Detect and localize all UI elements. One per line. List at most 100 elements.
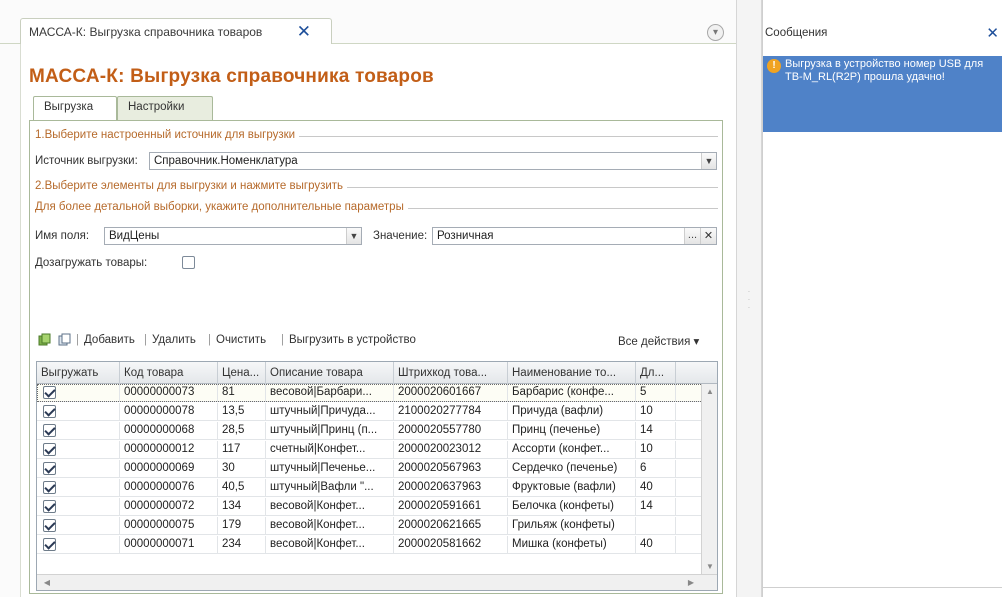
cell-price[interactable]: 179 — [218, 517, 266, 535]
upload-checkbox[interactable] — [43, 519, 56, 532]
tab-upload[interactable]: Выгрузка — [33, 96, 117, 121]
cell-code[interactable]: 00000000073 — [120, 384, 218, 402]
horizontal-scrollbar[interactable]: ◀ ▶ — [37, 574, 717, 590]
cell-code[interactable]: 00000000072 — [120, 498, 218, 516]
cell-name[interactable]: Белочка (конфеты) — [508, 498, 636, 516]
cell-name[interactable]: Принц (печенье) — [508, 422, 636, 440]
vertical-scrollbar[interactable]: ▲ ▼ — [701, 384, 717, 574]
tab-settings[interactable]: Настройки — [117, 96, 213, 120]
add-copy-icon[interactable] — [38, 333, 51, 346]
column-header-length[interactable]: Дл... — [636, 362, 676, 384]
close-tab-icon[interactable]: ✕ — [297, 22, 311, 42]
upload-checkbox[interactable] — [43, 500, 56, 513]
cell-length[interactable]: 14 — [636, 422, 676, 440]
upload-checkbox[interactable] — [43, 386, 56, 399]
cell-code[interactable]: 00000000075 — [120, 517, 218, 535]
cell-description[interactable]: весовой|Барбари... — [266, 384, 394, 402]
cell-description[interactable]: штучный|Вафли "... — [266, 479, 394, 497]
cell-description[interactable]: штучный|Печенье... — [266, 460, 394, 478]
close-messages-icon[interactable]: ✕ — [986, 24, 999, 42]
cell-price[interactable]: 134 — [218, 498, 266, 516]
table-row[interactable]: 00000000072 134 весовой|Конфет... 200002059… — [37, 498, 717, 516]
cell-price[interactable]: 13,5 — [218, 403, 266, 421]
panel-splitter[interactable]: · · · — [736, 0, 762, 597]
cell-length[interactable]: 10 — [636, 403, 676, 421]
cell-length[interactable]: 10 — [636, 441, 676, 459]
upload-checkbox[interactable] — [43, 481, 56, 494]
cell-price[interactable]: 30 — [218, 460, 266, 478]
cell-barcode[interactable]: 2000020637963 — [394, 479, 508, 497]
cell-code[interactable]: 00000000012 — [120, 441, 218, 459]
cell-price[interactable]: 81 — [218, 384, 266, 402]
cell-code[interactable]: 00000000069 — [120, 460, 218, 478]
scroll-left-icon[interactable]: ◀ — [39, 578, 55, 587]
scroll-down-icon[interactable]: ▼ — [702, 562, 717, 571]
cell-barcode[interactable]: 2000020557780 — [394, 422, 508, 440]
cell-name[interactable]: Ассорти (конфет... — [508, 441, 636, 459]
cell-price[interactable]: 28,5 — [218, 422, 266, 440]
cell-length[interactable]: 14 — [636, 498, 676, 516]
table-row[interactable]: 00000000012 117 счетный|Конфет... 200002002… — [37, 441, 717, 459]
upload-to-device-button[interactable]: Выгрузить в устройство — [289, 334, 416, 346]
cell-name[interactable]: Мишка (конфеты) — [508, 536, 636, 554]
delete-button[interactable]: Удалить — [152, 334, 196, 346]
table-row[interactable]: 00000000069 30 штучный|Печенье... 200002056… — [37, 460, 717, 478]
scroll-up-icon[interactable]: ▲ — [702, 387, 717, 396]
value-input[interactable]: Розничная — [432, 227, 717, 245]
cell-description[interactable]: штучный|Принц (п... — [266, 422, 394, 440]
cell-length[interactable]: 5 — [636, 384, 676, 402]
column-header-code[interactable]: Код товара — [120, 362, 218, 384]
cell-name[interactable]: Причуда (вафли) — [508, 403, 636, 421]
column-header-price[interactable]: Цена... — [218, 362, 266, 384]
cell-description[interactable]: счетный|Конфет... — [266, 441, 394, 459]
column-header-upload[interactable]: Выгружать — [37, 362, 120, 384]
scroll-right-icon[interactable]: ▶ — [683, 578, 699, 587]
cell-length[interactable]: 40 — [636, 479, 676, 497]
cell-barcode[interactable]: 2000020567963 — [394, 460, 508, 478]
clear-button[interactable]: Очистить — [216, 334, 266, 346]
cell-barcode[interactable]: 2000020621665 — [394, 517, 508, 535]
clear-value-icon[interactable]: ✕ — [700, 228, 716, 244]
document-tab[interactable]: МАССА-К: Выгрузка справочника товаров ✕ — [20, 18, 332, 45]
upload-checkbox[interactable] — [43, 424, 56, 437]
table-row[interactable]: 00000000068 28,5 штучный|Принц (п... 200002… — [37, 422, 717, 440]
cell-code[interactable]: 00000000078 — [120, 403, 218, 421]
table-row[interactable]: 00000000073 81 весовой|Барбари... 200002060… — [37, 384, 717, 402]
field-name-select[interactable]: ВидЦены — [104, 227, 362, 245]
upload-checkbox[interactable] — [43, 538, 56, 551]
table-row[interactable]: 00000000075 179 весовой|Конфет... 200002062… — [37, 517, 717, 535]
append-goods-checkbox[interactable] — [182, 256, 195, 269]
cell-name[interactable]: Фруктовые (вафли) — [508, 479, 636, 497]
splitter-grip-icon[interactable]: · · · — [737, 288, 761, 312]
cell-length[interactable]: 40 — [636, 536, 676, 554]
cell-description[interactable]: штучный|Причуда... — [266, 403, 394, 421]
all-actions-menu[interactable]: Все действия ▾ — [618, 334, 699, 348]
cell-price[interactable]: 234 — [218, 536, 266, 554]
copy-icon[interactable] — [58, 333, 71, 346]
cell-barcode[interactable]: 2000020023012 — [394, 441, 508, 459]
cell-barcode[interactable]: 2000020581662 — [394, 536, 508, 554]
add-button[interactable]: Добавить — [84, 334, 135, 346]
table-row[interactable]: 00000000076 40,5 штучный|Вафли "... 2000020… — [37, 479, 717, 497]
upload-checkbox[interactable] — [43, 405, 56, 418]
collapse-icon[interactable]: ▾ — [707, 24, 724, 41]
cell-length[interactable] — [636, 517, 676, 535]
cell-barcode[interactable]: 2100020277784 — [394, 403, 508, 421]
cell-name[interactable]: Сердечко (печенье) — [508, 460, 636, 478]
cell-code[interactable]: 00000000068 — [120, 422, 218, 440]
cell-description[interactable]: весовой|Конфет... — [266, 517, 394, 535]
table-row[interactable]: 00000000078 13,5 штучный|Причуда... 2100020… — [37, 403, 717, 421]
field-name-dropdown-icon[interactable]: ▼ — [346, 228, 361, 244]
source-select[interactable]: Справочник.Номенклатура — [149, 152, 717, 170]
cell-barcode[interactable]: 2000020591661 — [394, 498, 508, 516]
cell-description[interactable]: весовой|Конфет... — [266, 536, 394, 554]
column-header-description[interactable]: Описание товара — [266, 362, 394, 384]
column-header-name[interactable]: Наименование то... — [508, 362, 636, 384]
table-row[interactable]: 00000000071 234 весовой|Конфет... 200002058… — [37, 536, 717, 554]
cell-code[interactable]: 00000000076 — [120, 479, 218, 497]
cell-length[interactable]: 6 — [636, 460, 676, 478]
cell-description[interactable]: весовой|Конфет... — [266, 498, 394, 516]
cell-barcode[interactable]: 2000020601667 — [394, 384, 508, 402]
cell-price[interactable]: 117 — [218, 441, 266, 459]
source-dropdown-icon[interactable]: ▼ — [701, 153, 716, 169]
